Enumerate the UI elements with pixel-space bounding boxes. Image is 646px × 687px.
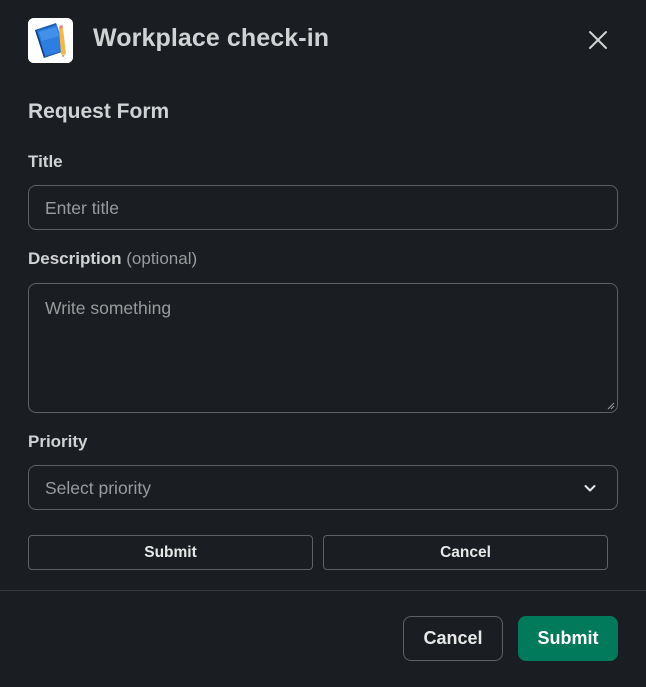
- priority-select-placeholder: Select priority: [45, 478, 152, 498]
- title-label: Title: [28, 152, 63, 172]
- form-submit-button[interactable]: Submit: [28, 535, 313, 570]
- footer-divider: [0, 590, 646, 591]
- submit-button[interactable]: Submit: [518, 616, 618, 661]
- title-input-placeholder: Enter title: [45, 198, 119, 218]
- priority-label-text: Priority: [28, 432, 88, 451]
- resize-handle-icon[interactable]: [605, 400, 615, 410]
- close-button[interactable]: [580, 22, 616, 58]
- modal-dialog: Workplace check-in Request Form Title En…: [0, 0, 646, 687]
- form-heading: Request Form: [28, 100, 170, 123]
- title-input[interactable]: Enter title: [28, 185, 618, 230]
- description-label-text: Description: [28, 249, 122, 268]
- optional-label: (optional): [126, 249, 198, 268]
- form-cancel-button[interactable]: Cancel: [323, 535, 608, 570]
- cancel-button[interactable]: Cancel: [403, 616, 503, 661]
- notebook-pencil-icon: [28, 18, 73, 63]
- priority-select[interactable]: Select priority: [28, 465, 618, 510]
- description-textarea[interactable]: Write something: [28, 283, 618, 413]
- modal-title: Workplace check-in: [93, 24, 330, 52]
- modal-header: Workplace check-in: [0, 0, 646, 80]
- description-label: Description (optional): [28, 249, 197, 269]
- priority-label: Priority: [28, 432, 88, 452]
- close-icon: [589, 31, 607, 49]
- chevron-down-icon: [584, 485, 596, 492]
- title-label-text: Title: [28, 152, 63, 171]
- description-textarea-placeholder: Write something: [45, 298, 172, 318]
